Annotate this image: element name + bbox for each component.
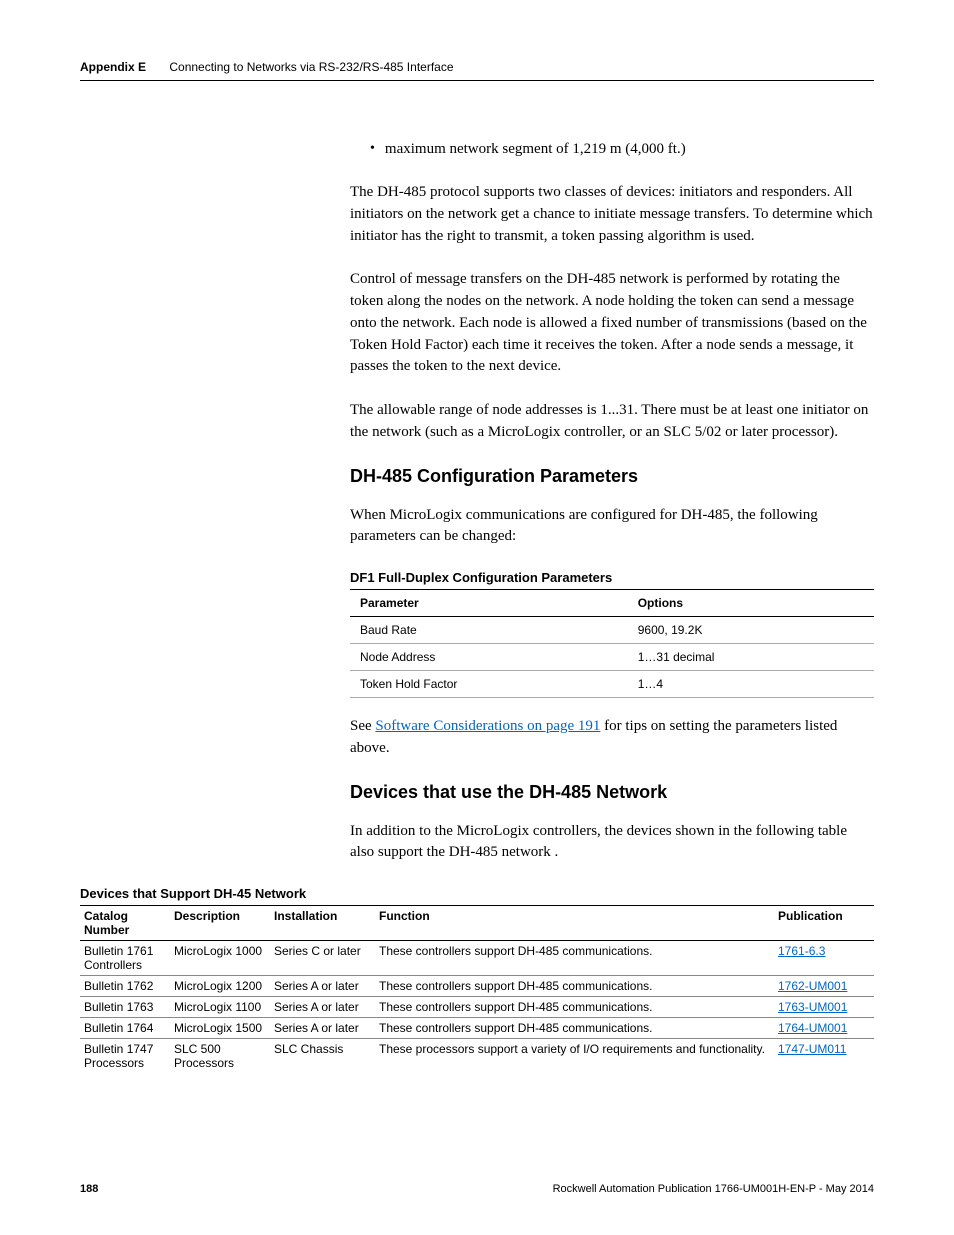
cell: 1764-UM001 (774, 1018, 874, 1039)
cell: 9600, 19.2K (628, 617, 874, 644)
table-row: Bulletin 1763 MicroLogix 1100 Series A o… (80, 997, 874, 1018)
table-row: Baud Rate 9600, 19.2K (350, 617, 874, 644)
paragraph: The allowable range of node addresses is… (350, 400, 874, 444)
cell: 1761-6.3 (774, 941, 874, 976)
table-header: Publication (774, 906, 874, 941)
cell: Node Address (350, 644, 628, 671)
paragraph: See Software Considerations on page 191 … (350, 716, 874, 760)
devices-table: Catalog Number Description Installation … (80, 905, 874, 1073)
software-considerations-link[interactable]: Software Considerations on page 191 (375, 718, 600, 734)
cell: SLC Chassis (270, 1039, 375, 1074)
cell: Series A or later (270, 1018, 375, 1039)
cell: MicroLogix 1100 (170, 997, 270, 1018)
publication-link[interactable]: 1763-UM001 (778, 1000, 847, 1014)
cell: 1762-UM001 (774, 976, 874, 997)
page-footer: 188 Rockwell Automation Publication 1766… (80, 1183, 874, 1195)
cell: Bulletin 1747 Processors (80, 1039, 170, 1074)
cell: 1…4 (628, 671, 874, 698)
paragraph: When MicroLogix communications are confi… (350, 505, 874, 549)
cell: 1747-UM011 (774, 1039, 874, 1074)
table-row: Node Address 1…31 decimal (350, 644, 874, 671)
table-header: Description (170, 906, 270, 941)
cell: These controllers support DH-485 communi… (375, 997, 774, 1018)
param-table: Parameter Options Baud Rate 9600, 19.2K … (350, 589, 874, 698)
page-header: Appendix E Connecting to Networks via RS… (80, 60, 874, 81)
header-title: Connecting to Networks via RS-232/RS-485… (169, 60, 453, 74)
bullet-text: maximum network segment of 1,219 m (4,00… (385, 141, 686, 158)
cell: Bulletin 1763 (80, 997, 170, 1018)
cell: SLC 500 Processors (170, 1039, 270, 1074)
table-row: Bulletin 1747 Processors SLC 500 Process… (80, 1039, 874, 1074)
table-header: Catalog Number (80, 906, 170, 941)
cell: Token Hold Factor (350, 671, 628, 698)
bullet-item: • maximum network segment of 1,219 m (4,… (350, 141, 874, 158)
table-header: Installation (270, 906, 375, 941)
cell: Series C or later (270, 941, 375, 976)
cell: Series A or later (270, 997, 375, 1018)
cell: Bulletin 1762 (80, 976, 170, 997)
page-number: 188 (80, 1183, 98, 1195)
bullet-icon: • (350, 141, 375, 158)
table-row: Bulletin 1764 MicroLogix 1500 Series A o… (80, 1018, 874, 1039)
cell: Bulletin 1764 (80, 1018, 170, 1039)
cell: Bulletin 1761 Controllers (80, 941, 170, 976)
table-row: Bulletin 1762 MicroLogix 1200 Series A o… (80, 976, 874, 997)
paragraph: The DH-485 protocol supports two classes… (350, 182, 874, 247)
cell: Series A or later (270, 976, 375, 997)
table-row: Token Hold Factor 1…4 (350, 671, 874, 698)
text: See (350, 718, 375, 734)
cell: These controllers support DH-485 communi… (375, 976, 774, 997)
table-header: Function (375, 906, 774, 941)
cell: MicroLogix 1500 (170, 1018, 270, 1039)
paragraph: Control of message transfers on the DH-4… (350, 269, 874, 378)
section-heading: Devices that use the DH-485 Network (350, 782, 874, 803)
cell: MicroLogix 1200 (170, 976, 270, 997)
cell: 1763-UM001 (774, 997, 874, 1018)
publication-info: Rockwell Automation Publication 1766-UM0… (553, 1183, 874, 1195)
publication-link[interactable]: 1761-6.3 (778, 944, 825, 958)
publication-link[interactable]: 1747-UM011 (778, 1042, 846, 1056)
publication-link[interactable]: 1764-UM001 (778, 1021, 847, 1035)
table-header: Parameter (350, 590, 628, 617)
table-title: DF1 Full-Duplex Configuration Parameters (350, 570, 874, 585)
cell: MicroLogix 1000 (170, 941, 270, 976)
section-heading: DH-485 Configuration Parameters (350, 466, 874, 487)
table-title: Devices that Support DH-45 Network (80, 886, 874, 901)
table-header: Options (628, 590, 874, 617)
appendix-label: Appendix E (80, 60, 146, 74)
cell: These controllers support DH-485 communi… (375, 1018, 774, 1039)
paragraph: In addition to the MicroLogix controller… (350, 821, 874, 865)
cell: These processors support a variety of I/… (375, 1039, 774, 1074)
publication-link[interactable]: 1762-UM001 (778, 979, 847, 993)
cell: Baud Rate (350, 617, 628, 644)
table-row: Bulletin 1761 Controllers MicroLogix 100… (80, 941, 874, 976)
cell: 1…31 decimal (628, 644, 874, 671)
cell: These controllers support DH-485 communi… (375, 941, 774, 976)
